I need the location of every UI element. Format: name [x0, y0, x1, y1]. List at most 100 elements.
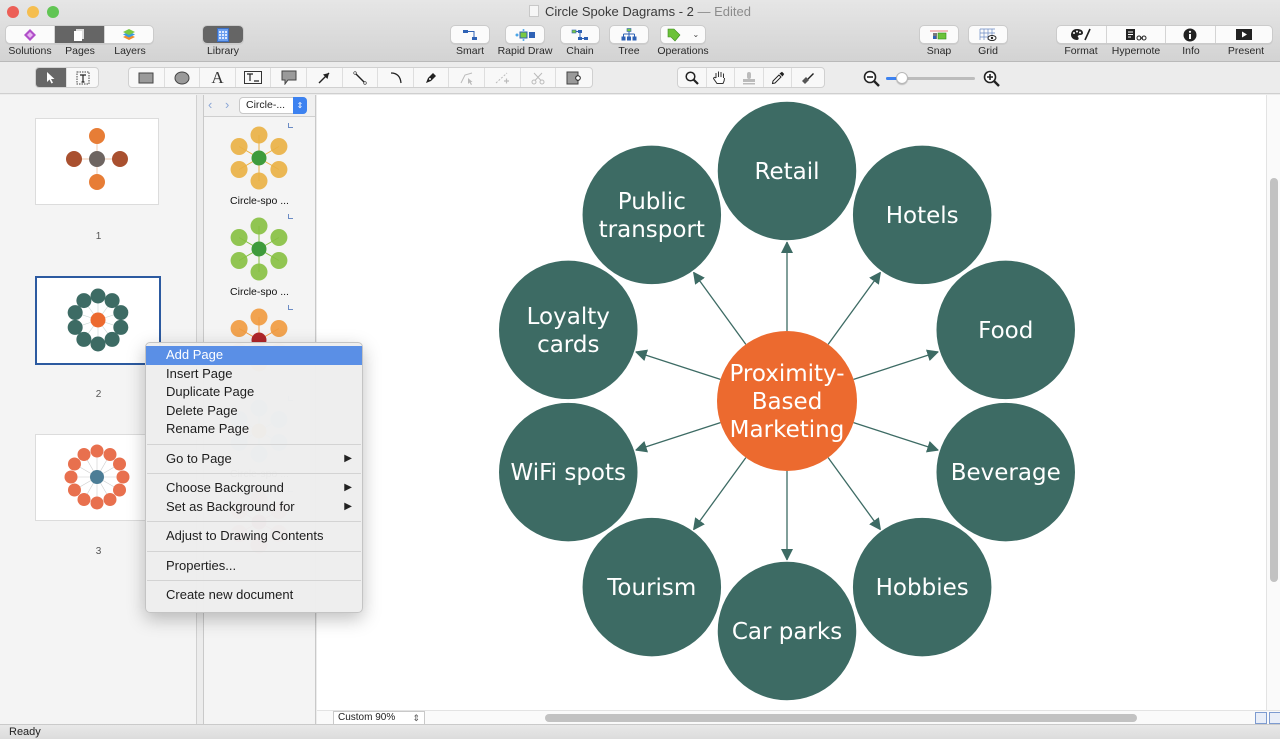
spoke-node[interactable]: Food	[934, 259, 1077, 401]
fit-to-window-icon[interactable]	[1255, 712, 1267, 724]
ellipse-tool[interactable]	[165, 68, 201, 87]
zoom-out-icon[interactable]	[863, 70, 881, 88]
forward-arrow-icon[interactable]: ›	[225, 97, 229, 112]
connector-arrow[interactable]	[634, 349, 721, 380]
menu-item-create-new-document[interactable]: Create new document	[146, 586, 362, 605]
drawing-canvas[interactable]: Retail Hotels Food Beverage Hobbies Car parks…	[317, 95, 1266, 710]
menu-item-label: Delete Page	[166, 402, 238, 418]
add-point-tool[interactable]	[485, 68, 521, 87]
zoom-in-icon[interactable]	[983, 70, 1001, 88]
thumb-node	[77, 493, 91, 507]
preview-outer-circle	[230, 161, 248, 178]
spoke-node[interactable]: WiFi spots	[497, 401, 640, 543]
connector-arrow[interactable]	[853, 349, 940, 380]
eyedropper-tool[interactable]	[764, 68, 793, 87]
operations-button[interactable]: ⌄	[660, 25, 706, 44]
horizontal-scroll-thumb[interactable]	[545, 714, 1137, 722]
connector-arrow[interactable]	[692, 271, 747, 345]
zoom-slider[interactable]	[886, 72, 975, 84]
connector-arrow[interactable]	[692, 457, 747, 531]
zoom-level-select[interactable]: Custom 90% ⇕	[333, 711, 425, 725]
page-number-1: 1	[95, 231, 102, 242]
library-dropdown[interactable]: Circle-... ⇕	[239, 97, 307, 114]
library-item-label: Circle-spo ...	[230, 286, 289, 298]
pan-tool[interactable]	[707, 68, 736, 87]
spoke-node[interactable]: Retail	[716, 100, 858, 242]
menu-item-choose-background[interactable]: Choose Background ▶	[146, 479, 362, 498]
menu-item-duplicate-page[interactable]: Duplicate Page	[146, 383, 362, 402]
text-tool[interactable]: A	[200, 68, 236, 87]
menu-item-go-to-page[interactable]: Go to Page ▶	[146, 450, 362, 469]
menu-item-properties[interactable]: Properties...	[146, 557, 362, 576]
thumb-node	[104, 293, 120, 309]
spoke-node[interactable]: Hobbies	[851, 516, 993, 658]
layers-button[interactable]	[105, 26, 153, 43]
add-point-icon	[496, 72, 510, 83]
spoke-node[interactable]: Loyaltycards	[497, 259, 640, 401]
info-button[interactable]	[1166, 26, 1216, 43]
page-thumbnail-3[interactable]	[35, 434, 159, 521]
spoke-node[interactable]: Tourism	[581, 516, 723, 658]
back-arrow-icon[interactable]: ‹	[208, 97, 212, 112]
vertical-scroll-thumb[interactable]	[1270, 178, 1278, 582]
hub-node[interactable]: Proximity-BasedMarketing	[717, 331, 857, 471]
pointer-tool[interactable]	[36, 68, 68, 87]
spoke-node[interactable]: Car parks	[716, 560, 858, 702]
callout-tool[interactable]	[271, 68, 308, 87]
cut-point-tool[interactable]	[521, 68, 557, 87]
actual-size-icon[interactable]	[1269, 712, 1280, 724]
library-item[interactable]: Circle-spo ...	[204, 210, 315, 302]
node-label: Tourism	[606, 575, 696, 601]
spoke-node[interactable]: Beverage	[934, 401, 1077, 543]
edit-points-icon	[460, 72, 473, 85]
rapid-draw-label: Rapid Draw	[497, 45, 553, 57]
page-thumbnail-2[interactable]	[35, 276, 161, 365]
solutions-button[interactable]	[6, 26, 56, 43]
node-label: Based	[752, 389, 823, 415]
library-item[interactable]: Circle-spo ...	[204, 119, 315, 211]
smart-button[interactable]	[450, 25, 490, 44]
menu-item-adjust-to-drawing-contents[interactable]: Adjust to Drawing Contents	[146, 527, 362, 546]
status-text: Ready	[9, 726, 41, 738]
format-button[interactable]	[1057, 26, 1107, 43]
menu-item-delete-page[interactable]: Delete Page	[146, 402, 362, 421]
arrow-tool[interactable]	[307, 68, 343, 87]
spoke-node[interactable]: Hotels	[851, 144, 993, 286]
magnifier-icon	[685, 70, 699, 85]
connector-arrow[interactable]	[853, 422, 940, 453]
grid-button[interactable]	[968, 25, 1008, 44]
library-button[interactable]	[202, 25, 244, 44]
connector-arrow[interactable]	[827, 271, 882, 345]
hypernote-button[interactable]	[1107, 26, 1166, 43]
stamp-tool[interactable]	[735, 68, 764, 87]
rectangle-tool[interactable]	[129, 68, 165, 87]
chain-button[interactable]	[560, 25, 600, 44]
present-button[interactable]	[1216, 26, 1272, 43]
vertical-scrollbar[interactable]	[1266, 95, 1280, 710]
selection-tools	[35, 67, 99, 88]
menu-item-insert-page[interactable]: Insert Page	[146, 365, 362, 384]
chain-label: Chain	[566, 45, 594, 57]
menu-item-set-as-background-for[interactable]: Set as Background for ▶	[146, 498, 362, 517]
snap-button[interactable]	[919, 25, 959, 44]
connector-arrow[interactable]	[634, 422, 721, 453]
text-box-tool[interactable]	[236, 68, 272, 87]
line-tool[interactable]	[343, 68, 379, 87]
menu-item-rename-page[interactable]: Rename Page	[146, 420, 362, 439]
zoom-tool[interactable]	[678, 68, 707, 87]
text-select-tool[interactable]	[67, 68, 98, 87]
format-painter-tool[interactable]	[792, 68, 824, 87]
edit-points-tool[interactable]	[449, 68, 486, 87]
connector-arrow[interactable]	[827, 457, 882, 531]
library-header: ‹ › Circle-... ⇕	[204, 95, 315, 117]
zoom-slider-knob[interactable]	[896, 72, 909, 84]
rapid-draw-button[interactable]	[505, 25, 545, 44]
pen-tool[interactable]	[414, 68, 450, 87]
pages-button[interactable]	[55, 26, 105, 43]
arc-tool[interactable]	[378, 68, 414, 87]
tree-button[interactable]	[609, 25, 649, 44]
connection-point-tool[interactable]	[556, 68, 592, 87]
page-thumbnail-1[interactable]	[35, 118, 159, 205]
menu-item-add-page[interactable]: Add Page	[146, 346, 362, 365]
spoke-node[interactable]: Publictransport	[581, 144, 723, 286]
